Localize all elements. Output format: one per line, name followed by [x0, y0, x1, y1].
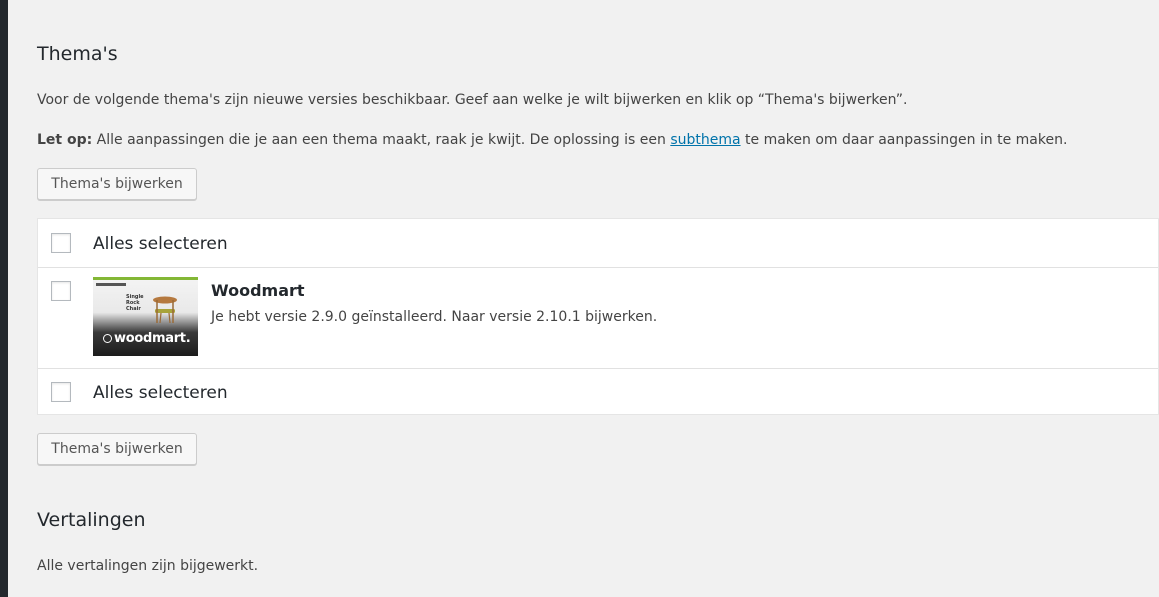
- translations-status: Alle vertalingen zijn bijgewerkt.: [37, 558, 259, 574]
- note-text-before: Alle aanpassingen die je aan een thema m…: [92, 132, 671, 148]
- note-label: Let op:: [37, 132, 93, 148]
- woodmart-logo: woodmart.: [103, 331, 191, 346]
- theme-checkbox-woodmart[interactable]: [51, 281, 71, 301]
- note-text-after: te maken om daar aanpassingen in te make…: [740, 132, 1068, 148]
- themes-heading: Thema's: [37, 43, 118, 65]
- select-all-checkbox-top[interactable]: [51, 233, 71, 253]
- theme-version-info: Je hebt versie 2.9.0 geïnstalleerd. Naar…: [211, 309, 658, 325]
- update-themes-button-top[interactable]: Thema's bijwerken: [37, 168, 197, 200]
- admin-sidebar-edge: [0, 0, 8, 597]
- themes-intro-text: Voor de volgende thema's zijn nieuwe ver…: [37, 92, 908, 108]
- update-themes-button-bottom[interactable]: Thema's bijwerken: [37, 433, 197, 465]
- themes-update-table: Alles selecteren Single Rock Chair woodm…: [37, 218, 1159, 415]
- select-all-checkbox-bottom[interactable]: [51, 382, 71, 402]
- themes-note: Let op: Alle aanpassingen die je aan een…: [37, 130, 1067, 150]
- translations-heading: Vertalingen: [37, 509, 146, 531]
- select-all-label-top[interactable]: Alles selecteren: [93, 234, 228, 254]
- chair-illustration: [153, 296, 177, 324]
- thumbnail-hero-text: Single Rock Chair: [126, 294, 144, 312]
- theme-screenshot-woodmart: Single Rock Chair woodmart.: [93, 277, 198, 356]
- select-all-row-top: Alles selecteren: [38, 219, 1158, 268]
- theme-name: Woodmart: [211, 281, 305, 300]
- child-theme-link[interactable]: subthema: [670, 132, 740, 148]
- select-all-label-bottom[interactable]: Alles selecteren: [93, 383, 228, 403]
- select-all-row-bottom: Alles selecteren: [38, 368, 1158, 415]
- theme-row-woodmart: Single Rock Chair woodmart. Woodmart Je …: [38, 267, 1158, 369]
